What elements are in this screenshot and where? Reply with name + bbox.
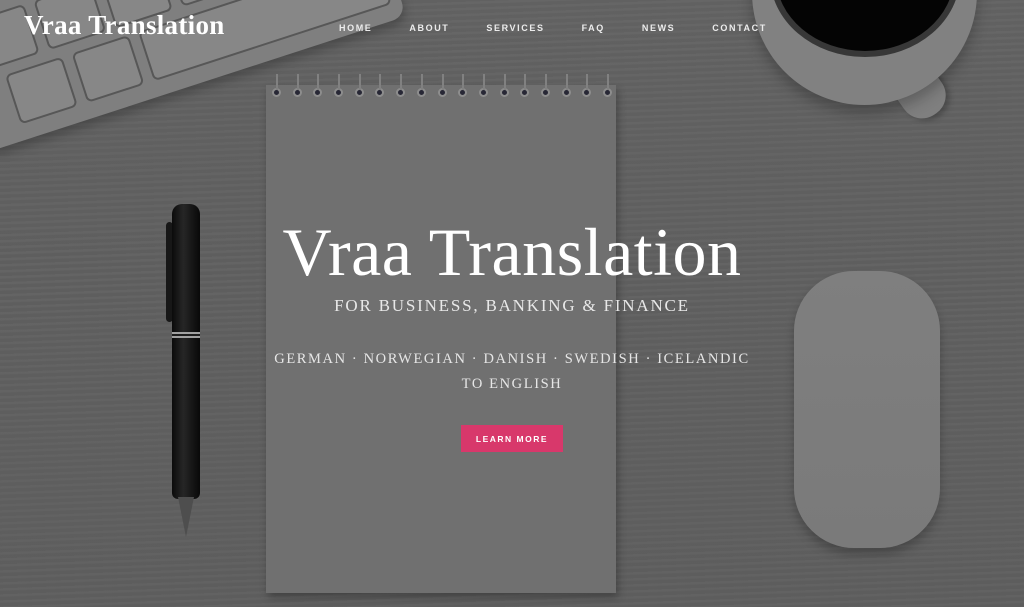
languages-list: GERMAN · NORWEGIAN · DANISH · SWEDISH · …: [274, 351, 750, 367]
hero-title: Vraa Translation: [282, 214, 742, 290]
hero-section: Vraa Translation FOR BUSINESS, BANKING &…: [0, 0, 1024, 607]
hero-languages: GERMAN · NORWEGIAN · DANISH · SWEDISH · …: [270, 347, 754, 397]
learn-more-button[interactable]: LEARN MORE: [461, 425, 563, 452]
hero-subtitle: FOR BUSINESS, BANKING & FINANCE: [334, 296, 690, 315]
languages-target: TO ENGLISH: [461, 376, 563, 392]
